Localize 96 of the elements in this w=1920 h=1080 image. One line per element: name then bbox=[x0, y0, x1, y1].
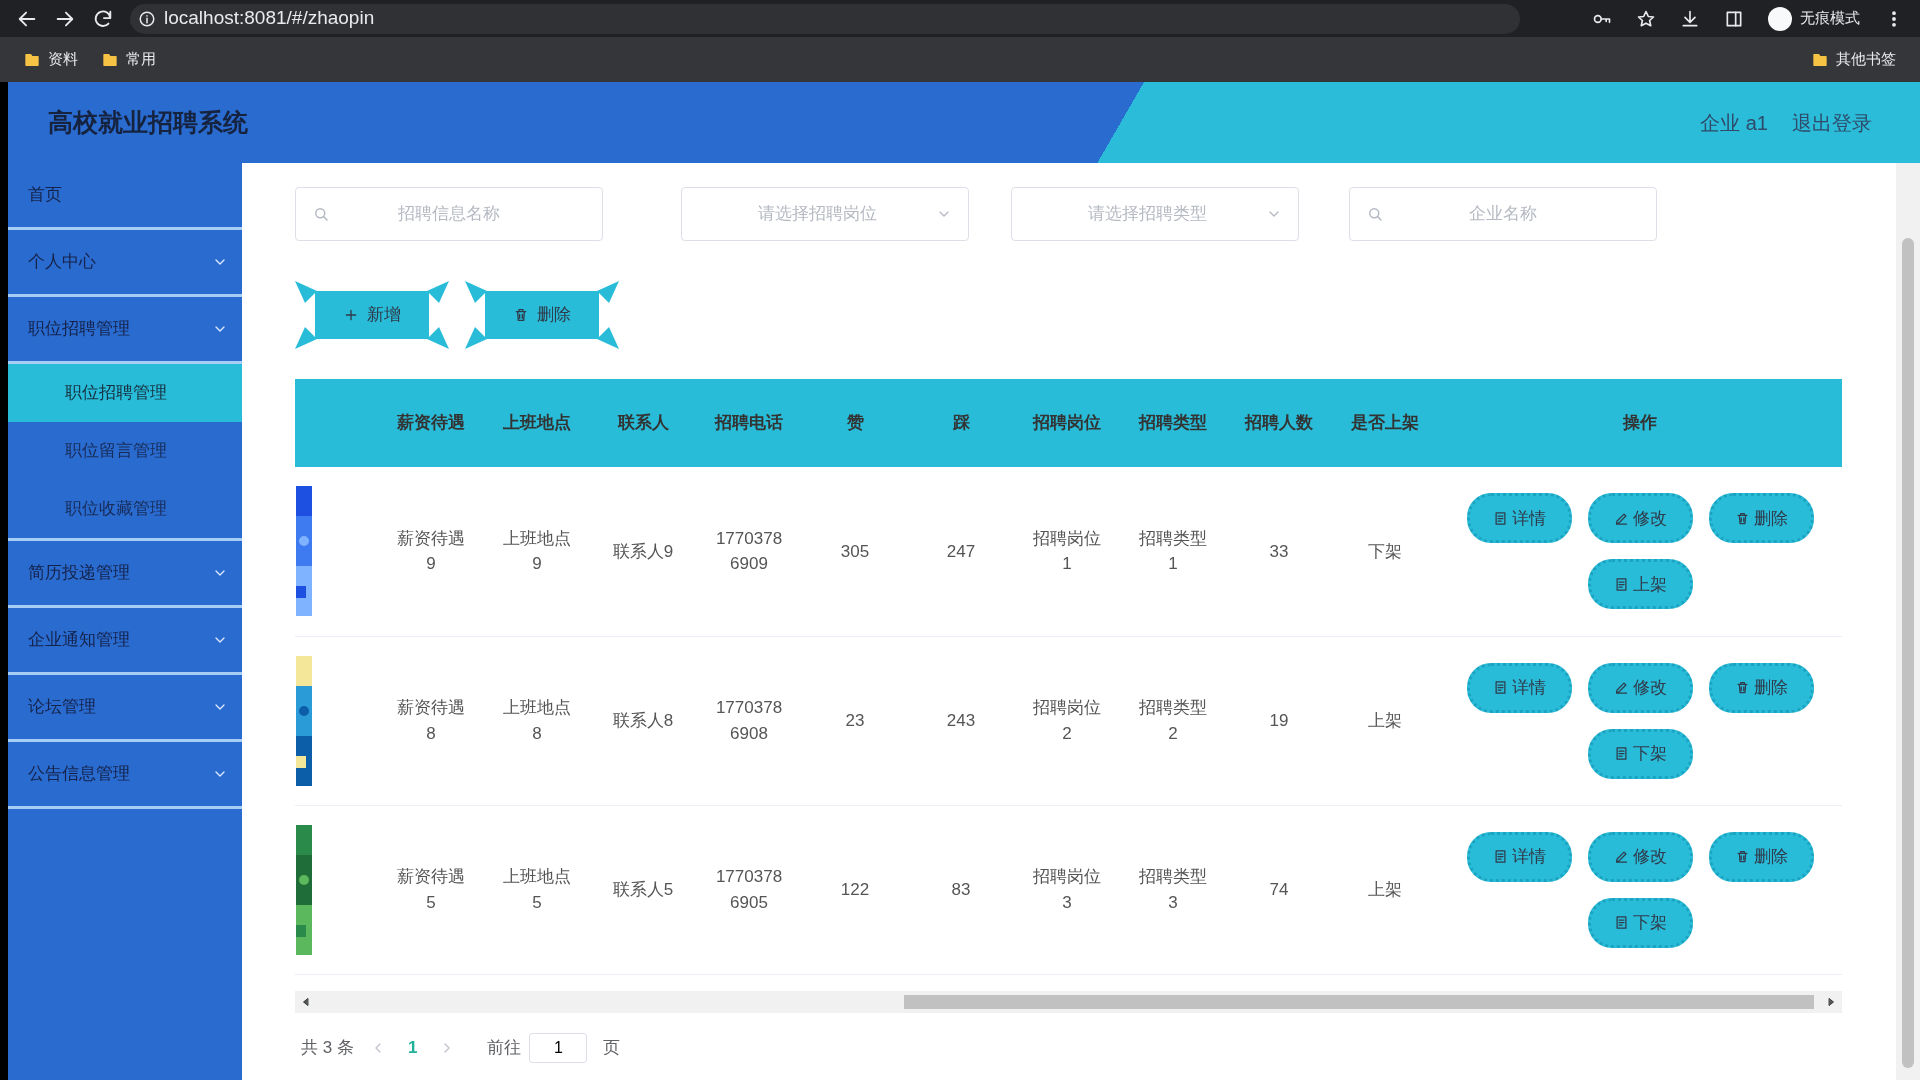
download-icon[interactable] bbox=[1680, 8, 1700, 29]
column-header: 招聘人数 bbox=[1226, 379, 1332, 467]
total-count: 共 3 条 bbox=[301, 1036, 354, 1059]
page-suffix: 页 bbox=[603, 1036, 621, 1059]
table-cell-text: 招聘岗位2 bbox=[1032, 697, 1102, 745]
table-cell-text: 下架 bbox=[1367, 540, 1403, 563]
bookmark-link[interactable]: 其他书签 bbox=[1836, 48, 1896, 71]
bookmark-link[interactable]: 资料 bbox=[48, 48, 78, 71]
detail-button[interactable]: 详情 bbox=[1466, 662, 1572, 713]
table-cell-text: 薪资待遇9 bbox=[396, 527, 466, 576]
detail-button[interactable]: 上架 bbox=[1587, 559, 1693, 610]
delete-button[interactable]: 删除 bbox=[1708, 662, 1814, 713]
column-header: 踩 bbox=[908, 379, 1014, 467]
column-header: 薪资待遇 bbox=[378, 379, 484, 467]
table-cell-text: 招聘岗位3 bbox=[1032, 866, 1102, 914]
folder-icon[interactable] bbox=[24, 51, 40, 68]
document-icon bbox=[1613, 915, 1629, 930]
detail-button[interactable]: 详情 bbox=[1466, 493, 1572, 544]
info-icon bbox=[138, 9, 156, 28]
table-cell-text: 招聘类型3 bbox=[1138, 866, 1208, 914]
detail-button[interactable]: 下架 bbox=[1587, 728, 1693, 779]
document-icon bbox=[1613, 746, 1629, 761]
table-cell-text: 上班地点9 bbox=[502, 527, 572, 576]
page-number[interactable]: 1 bbox=[401, 1033, 424, 1062]
add-button[interactable]: 新增 bbox=[295, 281, 449, 349]
folder-icon[interactable] bbox=[102, 51, 118, 68]
table-cell-text: 17703786909 bbox=[714, 527, 784, 576]
goto-label: 前往 bbox=[487, 1036, 522, 1059]
column-header: 招聘类型 bbox=[1120, 379, 1226, 467]
pencil-icon bbox=[1613, 680, 1629, 695]
table-cell-text: 上班地点8 bbox=[502, 697, 572, 745]
scrollbar-thumb[interactable] bbox=[904, 994, 1814, 1009]
column-header: 是否上架 bbox=[1332, 379, 1438, 467]
document-icon bbox=[1492, 849, 1508, 864]
table-cell-text: 招聘岗位1 bbox=[1032, 527, 1102, 576]
column-header: 招聘电话 bbox=[696, 379, 802, 467]
table-cell-text: 联系人8 bbox=[611, 709, 675, 732]
table-cell-text: 上班地点5 bbox=[502, 866, 572, 914]
table-cell-text: 74 bbox=[1268, 878, 1290, 901]
table-cell-text: 247 bbox=[945, 540, 977, 563]
folder-icon[interactable] bbox=[1812, 51, 1828, 68]
logout-link[interactable]: 退出登录 bbox=[1792, 107, 1872, 138]
table-cell-text: 薪资待遇5 bbox=[396, 866, 466, 914]
url-text: localhost:8081/#/zhaopin bbox=[164, 6, 375, 31]
trash-icon bbox=[513, 307, 529, 323]
table-cell-text: 招聘类型1 bbox=[1138, 527, 1208, 576]
column-header: 操作 bbox=[1438, 379, 1842, 467]
page-input[interactable]: 1 bbox=[529, 1032, 588, 1063]
scrollbar-thumb[interactable] bbox=[1902, 238, 1914, 1068]
edit-button[interactable]: 修改 bbox=[1587, 831, 1693, 882]
horizontal-scrollbar[interactable] bbox=[295, 990, 1842, 1013]
table-cell-text: 305 bbox=[839, 540, 871, 563]
delete-button[interactable]: 删除 bbox=[1708, 831, 1814, 882]
pencil-icon bbox=[1613, 849, 1629, 864]
detail-button[interactable]: 下架 bbox=[1587, 897, 1693, 948]
delete-button[interactable]: 删除 bbox=[1708, 493, 1814, 544]
reload-icon[interactable] bbox=[92, 7, 114, 30]
column-header: 招聘岗位 bbox=[1014, 379, 1120, 467]
table-cell-text: 17703786905 bbox=[714, 866, 784, 914]
scroll-left-icon[interactable] bbox=[301, 996, 311, 1007]
table-cell-text: 83 bbox=[950, 878, 972, 901]
table-cell-text: 薪资待遇8 bbox=[396, 697, 466, 745]
table-cell-text: 33 bbox=[1268, 540, 1290, 563]
table-cell-text: 联系人9 bbox=[611, 540, 675, 563]
plus-icon bbox=[343, 307, 359, 323]
scroll-right-icon[interactable] bbox=[1826, 996, 1836, 1007]
table-cell-text: 17703786908 bbox=[714, 697, 784, 745]
incognito-avatar-icon[interactable] bbox=[1768, 6, 1792, 31]
column-header: 上班地点 bbox=[484, 379, 590, 467]
document-icon bbox=[1613, 576, 1629, 592]
app-title: 高校就业招聘系统 bbox=[47, 106, 248, 138]
column-header: 赞 bbox=[802, 379, 908, 467]
table-cell-text: 122 bbox=[839, 878, 871, 901]
profile-label[interactable]: 无痕模式 bbox=[1800, 7, 1860, 30]
star-icon[interactable] bbox=[1636, 8, 1656, 29]
table-cell-text: 联系人5 bbox=[611, 878, 675, 901]
document-icon bbox=[1492, 510, 1508, 526]
vertical-scrollbar[interactable] bbox=[1896, 163, 1920, 1080]
table-cell-text: 上架 bbox=[1367, 709, 1403, 732]
bookmark-link[interactable]: 常用 bbox=[126, 48, 156, 71]
submenu-item[interactable]: 职位招聘管理 bbox=[8, 364, 242, 422]
table-cell-text: 243 bbox=[945, 709, 977, 732]
document-icon bbox=[1492, 680, 1508, 695]
search-icon bbox=[1366, 205, 1384, 223]
edit-button[interactable]: 修改 bbox=[1587, 662, 1693, 713]
edit-button[interactable]: 修改 bbox=[1587, 493, 1693, 544]
delete-button[interactable]: 删除 bbox=[465, 281, 619, 349]
table-cell-text: 23 bbox=[844, 709, 866, 732]
table-cell-text: 招聘类型2 bbox=[1138, 697, 1208, 745]
table-cell-text: 19 bbox=[1268, 709, 1290, 732]
user-name[interactable]: 企业 a1 bbox=[1700, 107, 1768, 138]
address-bar[interactable]: localhost:8081/#/zhaopin bbox=[130, 3, 1520, 34]
table-cell-text: 上架 bbox=[1367, 878, 1403, 901]
search-icon bbox=[312, 205, 330, 223]
detail-button[interactable]: 详情 bbox=[1466, 831, 1572, 882]
column-header: 联系人 bbox=[590, 379, 696, 467]
